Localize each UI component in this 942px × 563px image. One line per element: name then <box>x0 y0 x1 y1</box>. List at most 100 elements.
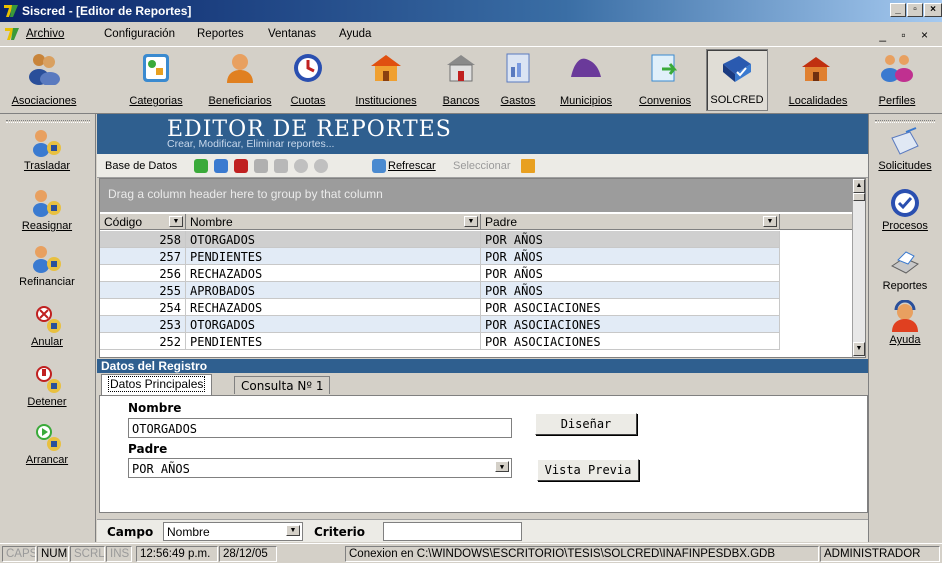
sidebar-detener-button[interactable]: Detener <box>0 362 94 408</box>
sidebar-anular-button[interactable]: Anular <box>0 302 94 348</box>
map-icon <box>571 58 601 77</box>
table-row[interactable]: 253 OTORGADOS POR ASOCIACIONES <box>100 316 780 333</box>
menu-ventanas[interactable]: Ventanas <box>268 28 316 40</box>
toolbar-cuotas-button[interactable]: Cuotas <box>286 49 330 111</box>
grid-vertical-scrollbar[interactable]: ▲ ▼ <box>852 179 865 357</box>
grid-header: Código ▼ Nombre ▼ Padre ▼ <box>100 214 854 230</box>
sidebar-reportes-button[interactable]: Reportes <box>869 246 941 292</box>
menu-archivo[interactable]: Archivo <box>26 28 64 40</box>
reports-grid[interactable]: Drag a column header here to group by th… <box>99 178 866 358</box>
trash-icon[interactable] <box>521 159 535 173</box>
toolbar-perfiles-button[interactable]: Perfiles <box>870 49 924 111</box>
toolbar-convenios-button[interactable]: Convenios <box>630 49 700 111</box>
close-button[interactable]: × <box>924 3 942 17</box>
paste-icon[interactable] <box>274 159 288 173</box>
toolbar-grip[interactable] <box>875 120 935 123</box>
sidebar-procesos-button[interactable]: Procesos <box>869 186 941 232</box>
campo-label: Campo <box>107 525 154 539</box>
select-button[interactable]: Seleccionar <box>453 160 510 172</box>
padre-label: Padre <box>128 442 168 456</box>
building-icon <box>371 55 401 81</box>
column-nombre-header[interactable]: Nombre ▼ <box>186 214 481 230</box>
mdi-window-controls[interactable]: _ ▫ × <box>879 28 934 42</box>
copy-icon[interactable] <box>254 159 268 173</box>
toolbar-solcred-button[interactable]: SOLCRED <box>706 49 768 111</box>
nombre-label: Nombre <box>128 401 182 415</box>
sidebar-trasladar-button[interactable]: Trasladar <box>0 126 94 172</box>
design-button[interactable]: Diseñar <box>535 413 637 435</box>
toolbar-categorias-button[interactable]: Categorias <box>122 49 190 111</box>
right-action-bar: Solicitudes Procesos Reportes Ayuda <box>868 114 942 542</box>
minimize-button[interactable]: _ <box>890 3 906 17</box>
refresh-button[interactable]: Refrescar <box>388 160 436 172</box>
criterio-input[interactable] <box>383 522 522 541</box>
tab-consulta-1[interactable]: Consulta Nº 1 <box>234 376 331 394</box>
sidebar-refinanciar-button[interactable]: Refinanciar <box>0 242 94 288</box>
column-filter-button[interactable]: ▼ <box>464 216 478 227</box>
sidebar-solicitudes-button[interactable]: Solicitudes <box>869 126 941 172</box>
toolbar-bancos-button[interactable]: Bancos <box>436 49 486 111</box>
request-form-icon <box>891 127 919 155</box>
toolbar-municipios-button[interactable]: Municipios <box>552 49 620 111</box>
book-check-icon <box>723 56 751 82</box>
toolbar-instituciones-button[interactable]: Instituciones <box>346 49 426 111</box>
confirm-icon[interactable] <box>294 159 308 173</box>
menu-reportes[interactable]: Reportes <box>197 28 244 40</box>
maximize-button[interactable]: ▫ <box>907 3 923 17</box>
table-row[interactable]: 258 OTORGADOS POR AÑOS <box>100 231 780 248</box>
people-icon <box>29 54 60 85</box>
delete-icon[interactable] <box>234 159 248 173</box>
column-filter-button[interactable]: ▼ <box>763 216 777 227</box>
chevron-down-icon[interactable]: ▼ <box>286 525 300 536</box>
scroll-thumb[interactable] <box>853 193 865 201</box>
menu-ayuda[interactable]: Ayuda <box>339 28 371 40</box>
padre-select[interactable]: POR AÑOS ▼ <box>128 458 512 478</box>
sidebar-arrancar-button[interactable]: Arrancar <box>0 420 94 466</box>
status-date: 28/12/05 <box>219 546 277 562</box>
sidebar-reasignar-button[interactable]: Reasignar <box>0 186 94 232</box>
menu-bar: Archivo Configuración Reportes Ventanas … <box>0 22 942 46</box>
person-icon <box>227 54 253 83</box>
agreement-icon <box>651 54 678 82</box>
toolbar-gastos-button[interactable]: Gastos <box>494 49 542 111</box>
nombre-field[interactable]: OTORGADOS <box>128 418 512 438</box>
tab-datos-principales[interactable]: Datos Principales <box>101 374 213 395</box>
column-filter-button[interactable]: ▼ <box>169 216 183 227</box>
table-row[interactable]: 254 RECHAZADOS POR ASOCIACIONES <box>100 299 780 316</box>
table-row[interactable]: 252 PENDIENTES POR ASOCIACIONES <box>100 333 780 350</box>
status-caps: CAPS <box>2 546 36 562</box>
mdi-child-icon[interactable] <box>4 26 20 42</box>
scroll-up-button[interactable]: ▲ <box>853 179 865 193</box>
help-person-icon <box>892 300 918 332</box>
group-by-panel[interactable]: Drag a column header here to group by th… <box>100 179 854 212</box>
toolbar-grip[interactable] <box>6 120 90 123</box>
printer-icon <box>891 251 919 274</box>
cancel-icon[interactable] <box>314 159 328 173</box>
toolbar-beneficiarios-button[interactable]: Beneficiarios <box>198 49 282 111</box>
menu-configuracion[interactable]: Configuración <box>104 28 175 40</box>
table-row[interactable]: 257 PENDIENTES POR AÑOS <box>100 248 780 265</box>
column-padre-header[interactable]: Padre ▼ <box>481 214 780 230</box>
toolbar-localidades-button[interactable]: Localidades <box>774 49 862 111</box>
edit-icon[interactable] <box>214 159 228 173</box>
status-ins: INS <box>106 546 132 562</box>
filter-bar: Campo Nombre ▼ Criterio <box>97 519 868 542</box>
status-connection: Conexion en C:\WINDOWS\ESCRITORIO\TESIS\… <box>345 546 819 562</box>
add-icon[interactable] <box>194 159 208 173</box>
refresh-icon[interactable] <box>372 159 386 173</box>
table-row[interactable]: 255 APROBADOS POR AÑOS <box>100 282 780 299</box>
sidebar-ayuda-button[interactable]: Ayuda <box>869 300 941 346</box>
column-codigo-header[interactable]: Código ▼ <box>100 214 186 230</box>
clock-icon <box>294 54 322 82</box>
campo-select[interactable]: Nombre ▼ <box>163 522 303 541</box>
preview-button[interactable]: Vista Previa <box>537 459 639 481</box>
document-chart-icon <box>506 53 530 83</box>
table-row[interactable]: 256 RECHAZADOS POR AÑOS <box>100 265 780 282</box>
scroll-down-button[interactable]: ▼ <box>853 342 865 356</box>
bank-icon <box>447 55 475 82</box>
status-scrl: SCRL <box>70 546 105 562</box>
toolbar-asociaciones-button[interactable]: Asociaciones <box>2 49 86 111</box>
start-user-icon <box>36 424 61 451</box>
chevron-down-icon[interactable]: ▼ <box>495 461 509 472</box>
title-bar[interactable]: Siscred - [Editor de Reportes] _ ▫ × <box>0 0 942 22</box>
